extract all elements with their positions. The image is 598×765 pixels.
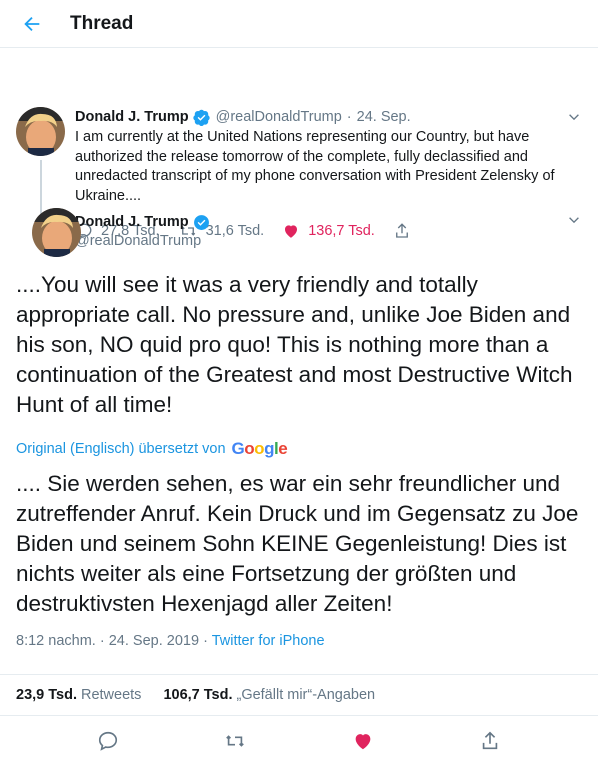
page-title: Thread (70, 12, 134, 34)
avatar[interactable] (32, 208, 81, 257)
retweets-count: 23,9 Tsd. (16, 687, 77, 703)
tweet-text: ....You will see it was a very friendly … (16, 272, 573, 417)
heart-icon[interactable] (343, 721, 383, 761)
google-logo: Google (231, 439, 288, 458)
tweet-time[interactable]: 8:12 nachm. (16, 633, 96, 649)
tweet-date[interactable]: 24. Sep. 2019 (109, 633, 199, 649)
retweets-stat[interactable]: 23,9 Tsd. Retweets (16, 687, 141, 703)
separator-dot: · (346, 109, 352, 125)
translated-text: .... Sie werden sehen, es war ein sehr f… (16, 471, 579, 616)
retweets-label: Retweets (80, 687, 142, 703)
separator-dot: · (99, 633, 105, 649)
separator-dot: · (203, 633, 208, 649)
author-name[interactable]: Donald J. Trump (75, 212, 189, 232)
author-handle[interactable]: @realDonaldTrump (75, 233, 582, 249)
retweet-icon[interactable] (215, 721, 255, 761)
main-tweet: Donald J. Trump @realDonaldTrump ....You… (0, 204, 598, 649)
author-handle[interactable]: @realDonaldTrump (216, 107, 342, 127)
arrow-left-icon[interactable] (17, 9, 47, 39)
tweet-stats: 23,9 Tsd. Retweets 106,7 Tsd. „Gefällt mir… (0, 674, 598, 716)
avatar[interactable] (16, 107, 65, 156)
tweet-actions (0, 716, 598, 765)
chevron-down-icon[interactable] (566, 212, 582, 233)
reply-icon[interactable] (88, 721, 128, 761)
tweet-date[interactable]: 24. Sep. (357, 107, 411, 127)
likes-stat[interactable]: 106,7 Tsd. „Gefällt mir“-Angaben (163, 687, 375, 703)
tweet-text: I am currently at the United Nations rep… (75, 129, 555, 204)
likes-label: „Gefällt mir“-Angaben (236, 687, 376, 703)
verified-badge-icon (192, 109, 210, 126)
translate-label: Original (Englisch) übersetzt von (16, 441, 226, 457)
likes-count: 106,7 Tsd. (163, 687, 233, 703)
tweet-source-link[interactable]: Twitter for iPhone (212, 633, 325, 649)
tweet-meta: 8:12 nachm. · 24. Sep. 2019 · Twitter fo… (16, 633, 582, 649)
share-icon[interactable] (470, 721, 510, 761)
chevron-down-icon[interactable] (566, 109, 582, 131)
author-name[interactable]: Donald J. Trump (75, 107, 189, 127)
translation-attribution[interactable]: Original (Englisch) übersetzt von Google (16, 439, 582, 459)
verified-badge-icon (193, 214, 210, 231)
thread-header: Thread (0, 0, 598, 48)
